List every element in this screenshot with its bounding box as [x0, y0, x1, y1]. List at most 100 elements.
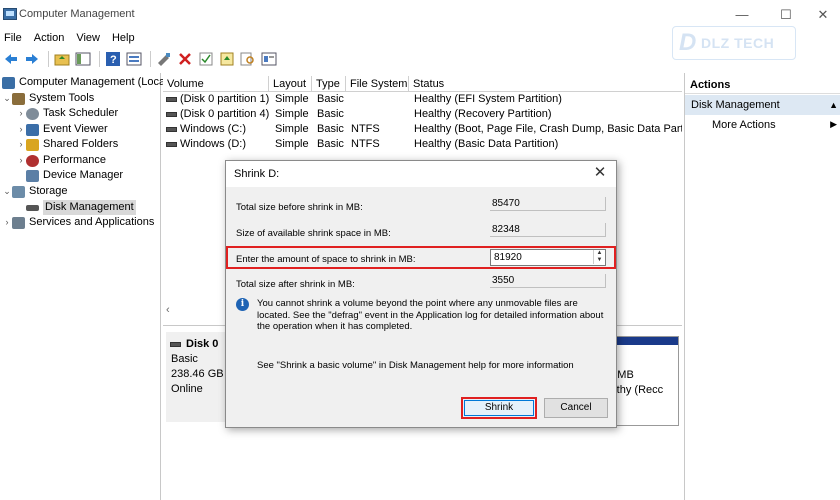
performance-icon — [26, 154, 39, 167]
tree-item-storage[interactable]: ⌄ Storage — [2, 184, 68, 199]
back-arrow-icon[interactable] — [2, 50, 20, 68]
tree-item-system-tools[interactable]: ⌄ System Tools — [2, 91, 94, 106]
minimize-button[interactable]: — — [727, 5, 757, 25]
disk-info-block[interactable]: Disk 0 Basic 238.46 GB Online — [166, 332, 228, 422]
dialog-title-bar: Shrink D: ✕ — [226, 161, 616, 187]
navigation-tree: Computer Management (Local) ⌄ System Too… — [0, 73, 171, 500]
export-list-icon[interactable] — [260, 50, 278, 68]
total-after-value: 3550 — [490, 274, 606, 288]
chevron-right-icon[interactable]: › — [16, 153, 26, 168]
shrink-dialog: Shrink D: ✕ Total size before shrink in … — [225, 160, 617, 428]
computer-management-icon — [3, 8, 17, 20]
chevron-right-icon[interactable]: › — [16, 137, 26, 152]
tree-item-task-scheduler[interactable]: › Task Scheduler — [16, 106, 118, 121]
show-hide-tree-icon[interactable] — [74, 50, 92, 68]
svg-text:?: ? — [110, 54, 117, 66]
properties-icon[interactable] — [125, 50, 143, 68]
volume-layout: Simple — [275, 138, 309, 150]
up-folder-icon[interactable] — [53, 50, 71, 68]
volume-type: Basic — [317, 93, 344, 105]
column-header-status[interactable]: Status — [409, 76, 682, 92]
toolbar-separator — [99, 51, 100, 67]
maximize-button[interactable]: ☐ — [771, 5, 801, 25]
available-space-value: 82348 — [490, 223, 606, 237]
total-before-value: 85470 — [490, 197, 606, 211]
dialog-close-icon[interactable]: ✕ — [591, 164, 609, 182]
computer-icon — [2, 76, 15, 89]
info-message: You cannot shrink a volume beyond the po… — [257, 298, 604, 332]
volume-layout: Simple — [275, 123, 309, 135]
scroll-left-icon[interactable]: ‹ — [166, 304, 170, 316]
volume-status: Healthy (EFI System Partition) — [414, 93, 562, 105]
total-before-label: Total size before shrink in MB: — [236, 202, 363, 213]
disk-type: Basic — [171, 353, 198, 365]
window-title: Computer Management — [19, 8, 135, 20]
tree-item-device-manager[interactable]: Device Manager — [16, 168, 123, 183]
column-header-volume[interactable]: Volume — [163, 76, 269, 92]
volume-name: (Disk 0 partition 4) — [166, 107, 269, 122]
volume-name: (Disk 0 partition 1) — [166, 92, 269, 107]
toolbar-separator — [48, 51, 49, 67]
collapse-arrow-icon[interactable]: ▲ — [829, 95, 838, 115]
disk-drive-icon — [170, 338, 184, 350]
volume-status: Healthy (Boot, Page File, Crash Dump, Ba… — [414, 123, 682, 135]
help-icon[interactable]: ? — [104, 50, 122, 68]
volume-file-system: NTFS — [351, 123, 380, 135]
chevron-down-icon[interactable]: ⌄ — [2, 91, 12, 106]
volume-layout: Simple — [275, 93, 309, 105]
close-window-button[interactable]: ✕ — [808, 5, 838, 25]
total-after-label: Total size after shrink in MB: — [236, 279, 355, 290]
connect-icon[interactable] — [155, 50, 173, 68]
check-icon[interactable] — [197, 50, 215, 68]
chevron-down-icon[interactable]: ⌄ — [2, 184, 12, 199]
clock-icon — [26, 107, 39, 120]
disk-state: Online — [171, 383, 203, 395]
volume-name: Windows (C:) — [166, 122, 246, 137]
volume-type: Basic — [317, 108, 344, 120]
info-icon: i — [236, 298, 249, 311]
chevron-right-icon[interactable]: › — [16, 122, 26, 137]
tree-item-event-viewer[interactable]: › Event Viewer — [16, 122, 108, 137]
refresh-icon[interactable] — [218, 50, 236, 68]
volume-type: Basic — [317, 138, 344, 150]
disk-size: 238.46 GB — [171, 368, 224, 380]
drive-icon — [166, 111, 177, 117]
tools-icon — [12, 92, 25, 105]
menu-file[interactable]: File — [0, 30, 26, 46]
cancel-button[interactable]: Cancel — [544, 398, 608, 418]
menu-action[interactable]: Action — [30, 30, 69, 46]
tree-item-shared-folders[interactable]: › Shared Folders — [16, 137, 118, 152]
disk-icon — [26, 204, 39, 211]
search-icon[interactable] — [239, 50, 257, 68]
spin-up-icon[interactable]: ▲ — [593, 250, 605, 257]
chevron-right-icon[interactable]: › — [2, 215, 12, 230]
delete-icon[interactable] — [176, 50, 194, 68]
tree-item-computer-management[interactable]: Computer Management (Local) — [2, 75, 171, 90]
forward-arrow-icon[interactable] — [23, 50, 41, 68]
shrink-amount-input[interactable]: 81920 — [490, 249, 606, 266]
tree-item-services-and-applications[interactable]: › Services and Applications — [2, 215, 154, 230]
chevron-right-icon[interactable]: › — [16, 106, 26, 121]
tree-item-performance[interactable]: › Performance — [16, 153, 106, 168]
tree-item-disk-management[interactable]: Disk Management — [16, 200, 136, 215]
shrink-amount-stepper[interactable]: ▲ ▼ — [593, 250, 605, 265]
spin-down-icon[interactable]: ▼ — [593, 257, 605, 264]
available-space-label: Size of available shrink space in MB: — [236, 228, 391, 239]
actions-section-disk-management[interactable]: Disk Management ▲ — [685, 95, 840, 115]
drive-icon — [166, 126, 177, 132]
actions-pane: Actions Disk Management ▲ More Actions ▶ — [684, 73, 840, 500]
shrink-button[interactable]: Shrink — [461, 397, 537, 419]
column-header-file-system[interactable]: File System — [346, 76, 409, 92]
volume-name: Windows (D:) — [166, 137, 246, 152]
menu-help[interactable]: Help — [108, 30, 139, 46]
toolbar: ? — [0, 48, 840, 70]
volume-status: Healthy (Basic Data Partition) — [414, 138, 559, 150]
volume-status: Healthy (Recovery Partition) — [414, 108, 552, 120]
shrink-amount-label: Enter the amount of space to shrink in M… — [236, 254, 416, 265]
menu-view[interactable]: View — [72, 30, 104, 46]
column-header-layout[interactable]: Layout — [269, 76, 312, 92]
shared-folder-icon — [26, 138, 39, 151]
toolbar-separator — [150, 51, 151, 67]
more-actions-item[interactable]: More Actions — [712, 119, 776, 131]
column-header-type[interactable]: Type — [312, 76, 346, 92]
